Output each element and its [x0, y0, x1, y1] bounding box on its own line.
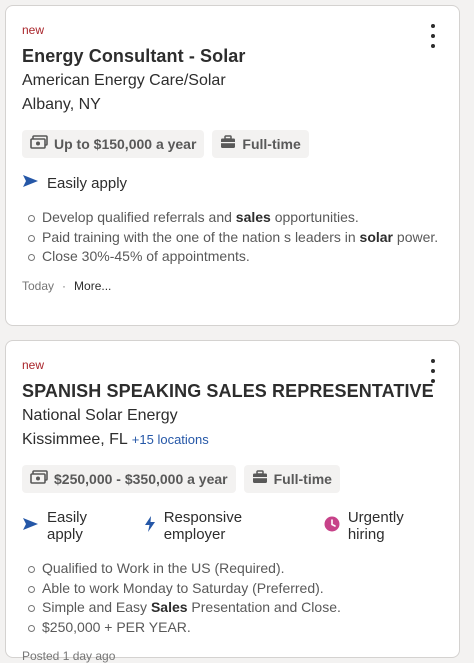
posted-date: Today — [22, 278, 55, 293]
job-location: Albany, NY — [22, 94, 443, 116]
list-item: Simple and Easy Sales Presentation and C… — [22, 598, 443, 618]
job-type-tag: Full-time — [212, 130, 309, 158]
responsive-employer-text: Responsive employer — [163, 509, 243, 543]
job-title[interactable]: Energy Consultant - Solar — [22, 44, 443, 68]
urgently-hiring-text: Urgently hiring — [347, 509, 404, 543]
easily-apply-text: Easily apply — [47, 174, 128, 192]
easily-apply-badge: Easily apply — [22, 174, 127, 192]
briefcase-icon — [252, 470, 268, 488]
job-card[interactable]: new SPANISH SPEAKING SALES REPRESENTATIV… — [5, 340, 460, 663]
list-item: $250,000 + PER YEAR. — [22, 618, 443, 638]
more-locations-link[interactable]: +15 locations — [132, 432, 209, 447]
salary-text: Up to $150,000 a year — [54, 136, 197, 152]
posted-date: Posted 1 day ago — [22, 649, 116, 663]
send-arrow-icon — [22, 517, 39, 535]
list-item: Paid training with the one of the nation… — [22, 228, 443, 248]
clock-icon — [324, 516, 340, 536]
money-icon — [30, 470, 48, 488]
job-snippet: Qualified to Work in the US (Required). … — [22, 559, 443, 637]
easily-apply-badge: Easily apply — [22, 509, 126, 543]
card-footer: Today · More... — [22, 279, 443, 293]
separator-dot: · — [62, 278, 67, 293]
new-label: new — [22, 23, 45, 37]
list-item: Close 30%-45% of appointments. — [22, 247, 443, 267]
company-name: National Solar Energy — [22, 407, 178, 424]
job-snippet: Develop qualified referrals and sales op… — [22, 208, 443, 267]
list-item: Able to work Monday to Saturday (Preferr… — [22, 579, 443, 599]
urgently-hiring-badge: Urgently hiring — [324, 509, 443, 543]
location-text: Kissimmee, FL — [22, 431, 128, 448]
company-name: American Energy Care/Solar — [22, 72, 226, 89]
salary-tag: Up to $150,000 a year — [22, 130, 205, 158]
card-footer: Posted 1 day ago — [22, 649, 443, 663]
location-text: Albany, NY — [22, 96, 101, 113]
easily-apply-text: Easily apply — [47, 509, 88, 543]
lightning-icon — [144, 516, 156, 536]
job-type-tag: Full-time — [243, 465, 340, 493]
list-item: Develop qualified referrals and sales op… — [22, 208, 443, 228]
send-arrow-icon — [22, 174, 39, 192]
job-title[interactable]: SPANISH SPEAKING SALES REPRESENTATIVE — [22, 379, 443, 403]
job-location: Kissimmee, FL +15 locations — [22, 429, 443, 451]
list-item: Qualified to Work in the US (Required). — [22, 559, 443, 579]
money-icon — [30, 135, 48, 153]
job-type-text: Full-time — [273, 471, 332, 487]
job-card[interactable]: new Energy Consultant - Solar American E… — [5, 5, 460, 326]
job-type-text: Full-time — [242, 136, 301, 152]
new-label: new — [22, 358, 45, 372]
briefcase-icon — [220, 135, 236, 153]
salary-tag: $250,000 - $350,000 a year — [22, 465, 236, 493]
salary-text: $250,000 - $350,000 a year — [54, 471, 228, 487]
responsive-employer-badge: Responsive employer — [144, 509, 306, 543]
more-link[interactable]: More... — [74, 279, 111, 293]
